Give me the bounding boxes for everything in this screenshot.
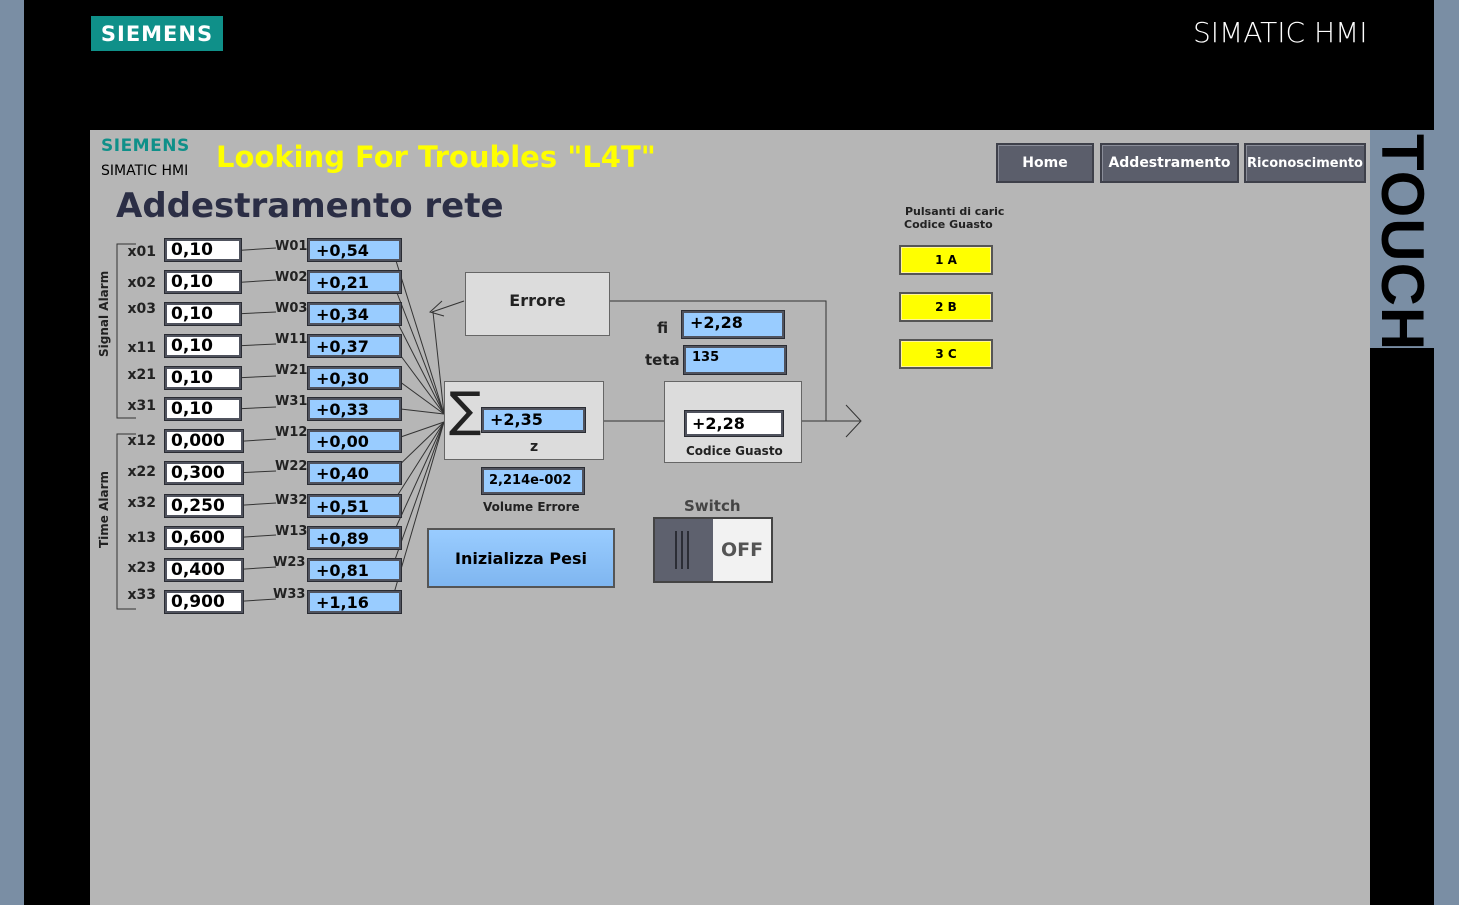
x-input[interactable]: 0,900 — [165, 591, 243, 613]
w-value[interactable]: +0,51 — [308, 495, 401, 517]
x-input[interactable]: 0,300 — [165, 462, 243, 484]
load-button-1a[interactable]: 1 A — [899, 245, 993, 275]
x-input[interactable]: 0,10 — [165, 398, 241, 420]
touch-text: TOUCH — [1370, 134, 1434, 348]
x-label: x12 — [127, 433, 156, 449]
w-value[interactable]: +0,30 — [308, 367, 401, 389]
x-label: x02 — [127, 275, 156, 291]
code-label: Codice Guasto — [686, 444, 783, 458]
error-label: Errore — [509, 291, 566, 310]
w-value[interactable]: +0,21 — [308, 271, 401, 293]
w-value[interactable]: +1,16 — [308, 591, 401, 613]
page-title: Addestramento rete — [116, 186, 504, 226]
x-label: x32 — [127, 495, 156, 511]
w-value[interactable]: +0,00 — [308, 430, 401, 452]
load-title-line2: Codice Guasto — [904, 218, 993, 231]
siemens-logo: SIEMENS — [91, 16, 223, 51]
hmi-screen: SIEMENS SIMATIC HMI Looking For Troubles… — [90, 130, 1370, 905]
x-input[interactable]: 0,10 — [165, 239, 241, 261]
sum-icon: ∑ — [449, 382, 482, 438]
app-banner: Looking For Troubles "L4T" — [216, 140, 656, 174]
x-input[interactable]: 0,10 — [165, 367, 241, 389]
code-panel: +2,28 Codice Guasto — [664, 381, 802, 463]
load-button-3c[interactable]: 3 C — [899, 339, 993, 369]
x-input[interactable]: 0,250 — [165, 495, 243, 517]
x-label: x21 — [127, 367, 156, 383]
w-label: W32 — [275, 493, 308, 508]
x-label: x01 — [127, 244, 156, 260]
x-input[interactable]: 0,600 — [165, 527, 243, 549]
x-label: x22 — [127, 464, 156, 480]
time-alarm-label: Time Alarm — [97, 470, 111, 548]
w-label: W21 — [275, 363, 308, 378]
w-label: W02 — [275, 270, 308, 285]
x-input[interactable]: 0,10 — [165, 303, 241, 325]
teta-value[interactable]: 135 — [684, 346, 786, 374]
fi-value[interactable]: +2,28 — [682, 311, 784, 338]
load-title-line1: Pulsanti di carica — [905, 205, 1005, 218]
touch-label: TOUCH — [1370, 130, 1434, 348]
x-input[interactable]: 0,000 — [165, 430, 243, 452]
w-label: W31 — [275, 394, 308, 409]
w-value[interactable]: +0,33 — [308, 398, 401, 420]
switch-state: OFF — [713, 519, 771, 581]
x-label: x11 — [127, 340, 156, 356]
home-button[interactable]: Home — [996, 143, 1094, 183]
riconoscimento-button[interactable]: Riconoscimento — [1244, 143, 1366, 183]
x-input[interactable]: 0,10 — [165, 335, 241, 357]
w-label: W01 — [275, 239, 308, 254]
signal-alarm-label: Signal Alarm — [97, 270, 111, 357]
w-label: W13 — [275, 524, 308, 539]
x-label: x13 — [127, 530, 156, 546]
fi-label: fi — [657, 319, 669, 337]
w-value[interactable]: +0,37 — [308, 335, 401, 357]
sum-panel: ∑ +2,35 z — [444, 381, 604, 460]
volume-error-label: Volume Errore — [483, 500, 580, 514]
switch-label: Switch — [684, 497, 741, 515]
w-label: W12 — [275, 425, 308, 440]
x-label: x03 — [127, 301, 156, 317]
w-label: W03 — [275, 301, 308, 316]
x-label: x33 — [127, 587, 156, 603]
x-label: x23 — [127, 560, 156, 576]
w-label: W33 — [273, 587, 306, 602]
product-name: SIMATIC HMI — [1193, 16, 1368, 49]
w-value[interactable]: +0,81 — [308, 559, 401, 581]
error-panel: Errore — [465, 272, 610, 336]
screen-brand: SIEMENS — [101, 136, 190, 156]
switch-handle[interactable] — [655, 519, 713, 581]
x-label: x31 — [127, 398, 156, 414]
code-value[interactable]: +2,28 — [685, 411, 783, 436]
w-label: W23 — [273, 555, 306, 570]
x-input[interactable]: 0,400 — [165, 559, 243, 581]
init-weights-button[interactable]: Inizializza Pesi — [427, 528, 615, 588]
w-value[interactable]: +0,54 — [308, 239, 401, 261]
x-input[interactable]: 0,10 — [165, 271, 241, 293]
volume-error-value[interactable]: 2,214e-002 — [482, 468, 584, 494]
w-value[interactable]: +0,89 — [308, 527, 401, 549]
load-button-2b[interactable]: 2 B — [899, 292, 993, 322]
screen-product: SIMATIC HMI — [101, 163, 189, 179]
w-label: W11 — [275, 332, 308, 347]
w-value[interactable]: +0,34 — [308, 303, 401, 325]
w-value[interactable]: +0,40 — [308, 462, 401, 484]
teta-label: teta — [645, 351, 680, 369]
sum-value[interactable]: +2,35 — [482, 408, 585, 432]
addestramento-button[interactable]: Addestramento — [1100, 143, 1239, 183]
switch-toggle[interactable]: OFF — [653, 517, 773, 583]
w-label: W22 — [275, 459, 308, 474]
sum-label: z — [530, 439, 539, 455]
switch-title: Switch — [684, 497, 741, 515]
